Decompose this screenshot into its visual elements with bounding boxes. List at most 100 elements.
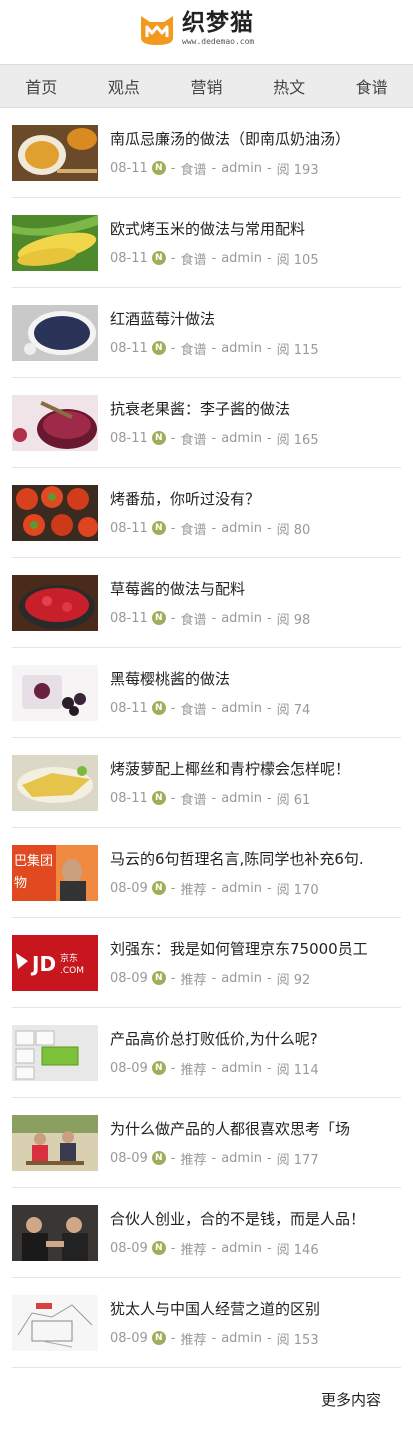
article-category[interactable]: 食谱 (180, 699, 206, 718)
article-title[interactable]: 烤菠萝配上椰丝和青柠檬会怎样呢！ (110, 758, 401, 779)
logo-title: 织梦猫 (182, 10, 254, 36)
article-date: 08-09 (110, 1240, 148, 1256)
more-footer: 更多内容 (0, 1368, 413, 1430)
article-item[interactable]: 巴集团物 马云的6句哲理名言,陈同学也补充6句. 08-09 N - 推荐 - … (12, 828, 401, 918)
article-item[interactable]: 为什么做产品的人都很喜欢思考「场 08-09 N - 推荐 - admin - … (12, 1098, 401, 1188)
article-date: 08-09 (110, 1150, 148, 1166)
article-title[interactable]: 为什么做产品的人都很喜欢思考「场 (110, 1118, 401, 1139)
meta-separator: - (170, 340, 176, 356)
article-title[interactable]: 南瓜忌廉汤的做法（即南瓜奶油汤） (110, 128, 401, 149)
article-thumbnail[interactable] (12, 1294, 98, 1351)
article-category[interactable]: 食谱 (180, 339, 206, 358)
article-author: admin (221, 610, 262, 626)
article-category[interactable]: 推荐 (180, 1149, 206, 1168)
article-category[interactable]: 推荐 (180, 1239, 206, 1258)
meta-separator: - (211, 160, 217, 176)
article-item[interactable]: 南瓜忌廉汤的做法（即南瓜奶油汤） 08-11 N - 食谱 - admin - … (12, 108, 401, 198)
article-title[interactable]: 草莓酱的做法与配料 (110, 578, 401, 599)
meta-separator: - (211, 880, 217, 896)
article-thumbnail[interactable] (12, 754, 98, 811)
article-category[interactable]: 推荐 (180, 1059, 206, 1078)
article-category[interactable]: 推荐 (180, 879, 206, 898)
article-item[interactable]: 犹太人与中国人经营之道的区别 08-09 N - 推荐 - admin - 阅 … (12, 1278, 401, 1368)
article-author: admin (221, 250, 262, 266)
article-thumbnail[interactable] (12, 574, 98, 631)
site-logo[interactable]: 织梦猫 www.dedemao.com (138, 12, 254, 46)
article-title[interactable]: 犹太人与中国人经营之道的区别 (110, 1298, 401, 1319)
article-thumbnail[interactable]: JD 京东 .COM (12, 934, 98, 991)
article-title[interactable]: 烤番茄，你听过没有？ (110, 488, 401, 509)
article-thumbnail[interactable] (12, 1024, 98, 1081)
nav-item-recipes[interactable]: 食谱 (346, 74, 398, 98)
article-meta: 08-09 N - 推荐 - admin - 阅 92 (110, 969, 401, 988)
article-item[interactable]: 烤菠萝配上椰丝和青柠檬会怎样呢！ 08-11 N - 食谱 - admin - … (12, 738, 401, 828)
article-item[interactable]: JD 京东 .COM 刘强东：我是如何管理京东75000员工 08-09 N - 推… (12, 918, 401, 1008)
article-category[interactable]: 食谱 (180, 159, 206, 178)
meta-separator: - (266, 970, 272, 986)
meta-separator: - (266, 1150, 272, 1166)
article-views: 阅 146 (276, 1242, 319, 1258)
svg-text:.COM: .COM (60, 966, 84, 976)
article-item[interactable]: 欧式烤玉米的做法与常用配料 08-11 N - 食谱 - admin - 阅 1… (12, 198, 401, 288)
article-title[interactable]: 抗衰老果酱：李子酱的做法 (110, 398, 401, 419)
article-views: 阅 61 (276, 792, 311, 808)
article-title[interactable]: 合伙人创业，合的不是钱，而是人品！ (110, 1208, 401, 1229)
article-category[interactable]: 食谱 (180, 249, 206, 268)
nav-item-marketing[interactable]: 营销 (180, 74, 232, 98)
article-category[interactable]: 食谱 (180, 789, 206, 808)
n-badge-icon: N (151, 1331, 166, 1345)
article-thumbnail[interactable] (12, 304, 98, 361)
article-item[interactable]: 黑莓樱桃酱的做法 08-11 N - 食谱 - admin - 阅 74 (12, 648, 401, 738)
meta-separator: - (266, 880, 272, 896)
article-title[interactable]: 刘强东：我是如何管理京东75000员工 (110, 938, 401, 959)
nav-item-home[interactable]: 首页 (15, 74, 67, 98)
meta-separator: - (170, 160, 176, 176)
article-thumbnail[interactable] (12, 394, 98, 451)
article-thumbnail[interactable] (12, 214, 98, 271)
article-date: 08-11 (110, 790, 148, 806)
article-views: 阅 98 (276, 612, 311, 628)
article-title[interactable]: 马云的6句哲理名言,陈同学也补充6句. (110, 848, 401, 869)
article-thumbnail[interactable] (12, 484, 98, 541)
article-thumbnail[interactable] (12, 1114, 98, 1171)
article-item[interactable]: 草莓酱的做法与配料 08-11 N - 食谱 - admin - 阅 98 (12, 558, 401, 648)
meta-separator: - (170, 520, 176, 536)
meta-separator: - (266, 610, 272, 626)
article-category[interactable]: 推荐 (180, 969, 206, 988)
article-thumbnail[interactable]: 巴集团物 (12, 844, 98, 901)
article-views: 阅 170 (276, 882, 319, 898)
article-title[interactable]: 红酒蓝莓汁做法 (110, 308, 401, 329)
article-meta: 08-11 N - 食谱 - admin - 阅 193 (110, 159, 401, 178)
meta-separator: - (266, 700, 272, 716)
article-item[interactable]: 红酒蓝莓汁做法 08-11 N - 食谱 - admin - 阅 115 (12, 288, 401, 378)
article-views: 阅 92 (276, 972, 311, 988)
article-thumbnail[interactable] (12, 664, 98, 721)
article-item[interactable]: 合伙人创业，合的不是钱，而是人品！ 08-09 N - 推荐 - admin -… (12, 1188, 401, 1278)
article-date: 08-09 (110, 970, 148, 986)
article-title[interactable]: 黑莓樱桃酱的做法 (110, 668, 401, 689)
article-date: 08-11 (110, 520, 148, 536)
article-author: admin (221, 160, 262, 176)
article-item[interactable]: 烤番茄，你听过没有？ 08-11 N - 食谱 - admin - 阅 80 (12, 468, 401, 558)
article-date: 08-11 (110, 430, 148, 446)
article-item[interactable]: 产品高价总打败低价,为什么呢? 08-09 N - 推荐 - admin - 阅… (12, 1008, 401, 1098)
more-content-link[interactable]: 更多内容 (321, 1389, 381, 1410)
nav-item-hot[interactable]: 热文 (263, 74, 315, 98)
article-category[interactable]: 食谱 (180, 429, 206, 448)
article-views: 阅 114 (276, 1062, 319, 1078)
article-category[interactable]: 推荐 (180, 1329, 206, 1348)
article-title[interactable]: 产品高价总打败低价,为什么呢? (110, 1028, 401, 1049)
article-item[interactable]: 抗衰老果酱：李子酱的做法 08-11 N - 食谱 - admin - 阅 16… (12, 378, 401, 468)
article-author: admin (221, 520, 262, 536)
meta-separator: - (170, 1150, 176, 1166)
meta-separator: - (266, 790, 272, 806)
article-thumbnail[interactable] (12, 124, 98, 181)
article-thumbnail[interactable] (12, 1204, 98, 1261)
article-author: admin (221, 430, 262, 446)
nav-item-opinion[interactable]: 观点 (98, 74, 150, 98)
article-category[interactable]: 食谱 (180, 609, 206, 628)
article-category[interactable]: 食谱 (180, 519, 206, 538)
article-author: admin (221, 880, 262, 896)
article-title[interactable]: 欧式烤玉米的做法与常用配料 (110, 218, 401, 239)
article-date: 08-11 (110, 700, 148, 716)
